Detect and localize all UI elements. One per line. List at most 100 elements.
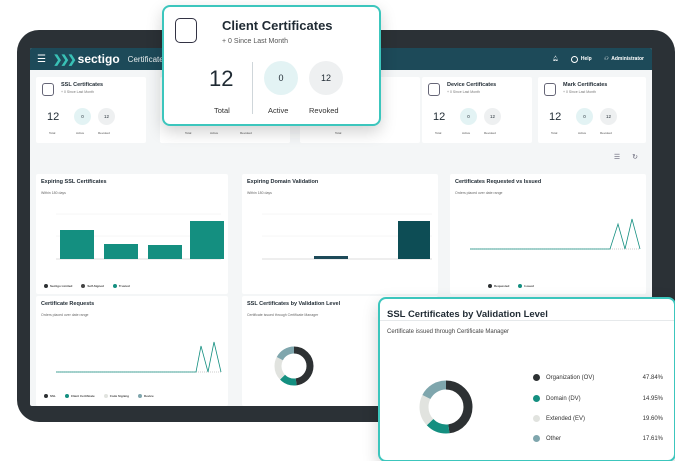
legend-item[interactable]: Requested xyxy=(488,284,509,288)
bar[interactable] xyxy=(104,244,138,259)
total-count: 12 xyxy=(47,111,60,123)
filter-icon[interactable]: ☰ xyxy=(614,153,620,161)
legend-label: Trusted xyxy=(118,284,130,288)
legend-item[interactable]: Issued xyxy=(518,284,534,288)
help-label: Help xyxy=(580,56,592,62)
certificate-icon xyxy=(42,83,54,96)
legend-item[interactable]: Device xyxy=(138,394,154,398)
panel-subtitle: Orders placed over date range xyxy=(455,191,503,195)
card-subtitle: Certificate issued through Certificate M… xyxy=(387,329,510,335)
refresh-icon[interactable]: ↻ xyxy=(632,153,638,161)
chart-legend: Requested Issued xyxy=(488,284,534,288)
active-label: Active xyxy=(462,131,471,135)
legend-value: 19.60% xyxy=(642,415,663,422)
bar[interactable] xyxy=(190,221,224,259)
user-label: Administrator xyxy=(611,56,644,62)
revoked-count: 12 xyxy=(600,108,617,125)
requested-issued-line-chart xyxy=(470,218,641,250)
revoked-count: 12 xyxy=(98,108,115,125)
panel-title: Certificate Requests xyxy=(41,301,95,307)
bar[interactable] xyxy=(60,230,94,259)
legend-row-domain[interactable]: Domain (DV) 14.95% xyxy=(533,395,663,402)
legend-label: Code Signing xyxy=(109,394,130,398)
client-certificate-icon xyxy=(175,18,197,43)
expiring-ssl-bar-chart xyxy=(56,213,224,260)
legend-label: Domain (DV) xyxy=(546,395,581,402)
card-since: + 0 Since Last Month xyxy=(563,90,596,94)
card-title: Device Certificates xyxy=(447,82,497,88)
active-label: Active xyxy=(268,106,289,115)
brand-logo[interactable]: ❯❯❯ sectigo xyxy=(53,52,120,66)
device-certificates-card[interactable]: Device Certificates + 0 Since Last Month… xyxy=(422,77,532,143)
legend-item[interactable]: SSL xyxy=(44,394,56,398)
panel-subtitle: Orders placed over date range xyxy=(41,313,89,317)
legend-item[interactable]: Self-Signed xyxy=(81,284,104,288)
help-link[interactable]: Help xyxy=(570,55,592,63)
sectigo-mark-icon: ❯❯❯ xyxy=(53,53,77,66)
legend-label: Self-Signed xyxy=(87,284,104,288)
legend-swatch xyxy=(533,395,540,402)
legend-label: Device xyxy=(144,394,154,398)
legend-label: Sectigo Limited xyxy=(50,284,73,288)
dashboard-tools: ☰ ↻ xyxy=(614,153,638,161)
card-title: SSL Certificates by Validation Level xyxy=(387,309,548,320)
panel-title: Certificates Requested vs Issued xyxy=(455,179,542,185)
expiring-domain-bar-chart xyxy=(262,213,432,260)
legend-item[interactable]: Client Certificate xyxy=(64,394,95,398)
mark-certificates-card[interactable]: Mark Certificates + 0 Since Last Month 1… xyxy=(538,77,646,143)
total-label: Total xyxy=(185,131,192,135)
ssl-certificates-card[interactable]: SSL Certificates + 0 Since Last Month 12… xyxy=(36,77,146,143)
panel-subtitle: Certificate issued through Certificate M… xyxy=(247,313,319,317)
certificate-requests-panel: Certificate Requests Orders placed over … xyxy=(36,296,228,406)
legend-label: Issued xyxy=(524,284,534,288)
issued-series-line[interactable] xyxy=(470,218,641,250)
requests-series-line[interactable] xyxy=(56,341,222,373)
notification-bell-icon[interactable]: 🔔︎ xyxy=(553,56,559,62)
legend-item[interactable]: Code Signing xyxy=(103,394,130,398)
bar[interactable] xyxy=(148,245,182,259)
legend-row-organization[interactable]: Organization (OV) 47.84% xyxy=(533,374,663,381)
card-title: Mark Certificates xyxy=(563,82,608,88)
user-icon: ⚇ xyxy=(603,56,609,62)
legend-value: 17.61% xyxy=(642,435,663,442)
help-icon xyxy=(570,55,578,63)
ssl-validation-card[interactable]: SSL Certificates by Validation Level Cer… xyxy=(378,297,675,461)
chart-legend: Sectigo Limited Self-Signed Trusted xyxy=(44,284,130,288)
active-label: Active xyxy=(76,131,85,135)
card-title: Client Certificates xyxy=(222,18,333,33)
legend-label: Other xyxy=(546,435,562,442)
legend-row-other[interactable]: Other 17.61% xyxy=(533,435,663,442)
panel-title: Expiring Domain Validation xyxy=(247,179,319,185)
total-count: 12 xyxy=(549,111,562,123)
legend-item[interactable]: Sectigo Limited xyxy=(44,284,72,288)
revoked-label: Revoked xyxy=(98,131,110,135)
legend-swatch xyxy=(533,374,540,381)
legend-row-extended[interactable]: Extended (EV) 19.60% xyxy=(533,415,663,422)
menu-icon[interactable]: ☰ xyxy=(37,54,49,65)
total-label: Total xyxy=(551,131,558,135)
divider xyxy=(252,62,253,114)
client-certificates-card[interactable]: Client Certificates + 0 Since Last Month… xyxy=(162,5,381,126)
active-count[interactable]: 0 xyxy=(264,61,298,95)
card-since: + 0 Since Last Month xyxy=(61,90,94,94)
revoked-count[interactable]: 12 xyxy=(309,61,343,95)
active-label: Active xyxy=(210,131,219,135)
panel-subtitle: Within 180 days xyxy=(247,191,272,195)
user-menu[interactable]: ⚇ Administrator xyxy=(604,56,644,62)
panel-subtitle: Within 180 days xyxy=(41,191,66,195)
active-count: 0 xyxy=(74,108,91,125)
active-count: 0 xyxy=(460,108,477,125)
bar[interactable] xyxy=(398,221,430,259)
total-count: 12 xyxy=(209,66,234,91)
legend-item[interactable]: Trusted xyxy=(112,284,130,288)
card-since: + 0 Since Last Month xyxy=(447,90,480,94)
total-label: Total xyxy=(49,131,56,135)
bar[interactable] xyxy=(314,256,348,259)
legend-value: 47.84% xyxy=(642,374,663,381)
legend-value: 14.95% xyxy=(642,395,663,402)
legend-swatch xyxy=(533,435,540,442)
panel-title: Expiring SSL Certificates xyxy=(41,179,107,185)
revoked-label: Revoked xyxy=(309,106,339,115)
divider xyxy=(380,320,674,321)
brand-name: sectigo xyxy=(77,52,120,66)
